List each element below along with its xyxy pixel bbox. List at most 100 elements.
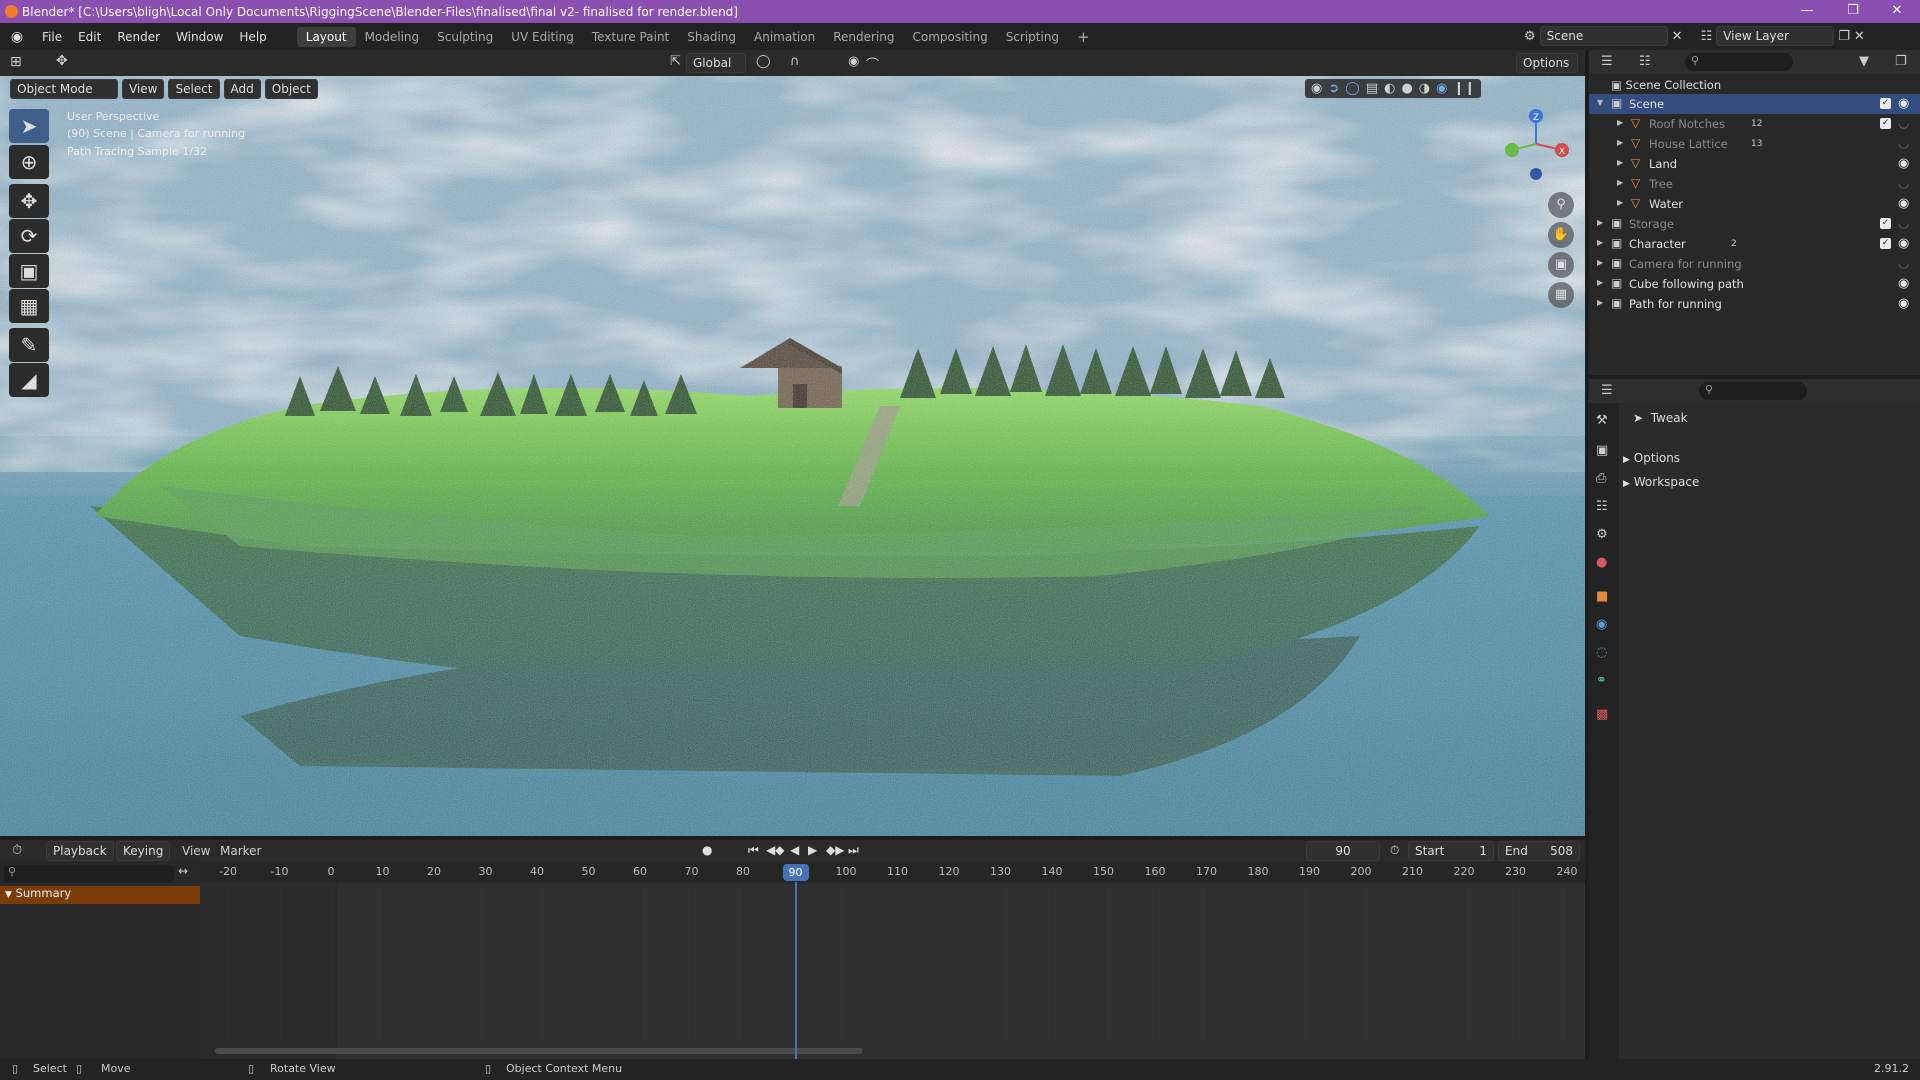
restore-icon[interactable]: ❐ — [1830, 0, 1876, 23]
camera-view-icon[interactable]: ▣ — [1548, 252, 1574, 278]
keying-menu[interactable]: Keying — [116, 841, 171, 861]
move-tool[interactable]: ✥ — [9, 184, 49, 218]
snap-icon[interactable]: ∩ — [790, 54, 800, 69]
falloff-icon[interactable]: ⌒ — [866, 54, 879, 73]
3d-viewport[interactable]: ➤ ⊕ ✥ ⟳ ▣ ▦ ✎ ◢ Object Mode View Select … — [0, 76, 1585, 836]
display-mode-icon[interactable]: ☷ — [1639, 54, 1651, 69]
menu-help[interactable]: Help — [231, 30, 274, 44]
outliner-row[interactable]: ▶ ▣ Path for running ◉ — [1589, 294, 1920, 314]
disclosure-triangle-icon[interactable]: ▶ — [1597, 218, 1603, 227]
modifier-tab-icon[interactable]: ◉ — [1596, 617, 1607, 632]
current-frame-field[interactable]: 90 — [1306, 841, 1380, 861]
add-workspace-button[interactable]: + — [1068, 25, 1099, 49]
tab-scripting[interactable]: Scripting — [997, 27, 1068, 47]
eye-icon[interactable]: ◉ — [1898, 156, 1909, 171]
overlays-icon[interactable]: ◯ — [1345, 81, 1360, 96]
exclude-checkbox[interactable]: ✓ — [1880, 98, 1891, 109]
disclosure-triangle-icon[interactable]: ▶ — [1597, 298, 1603, 307]
options-dropdown[interactable]: Options — [1516, 53, 1578, 73]
filter-icon[interactable]: ▼ — [1859, 54, 1869, 69]
timeline-scrollbar[interactable] — [215, 1048, 863, 1054]
transform-tool[interactable]: ▦ — [9, 289, 49, 323]
eye-icon[interactable]: ◉ — [1898, 276, 1909, 291]
eye-icon[interactable]: ◉ — [1898, 96, 1909, 111]
wireframe-shading-icon[interactable]: ◐ — [1384, 81, 1395, 96]
object-tab-icon[interactable]: ■ — [1596, 589, 1608, 604]
view-menu[interactable]: View — [182, 844, 210, 858]
mode-dropdown[interactable]: Object Mode — [10, 79, 118, 99]
new-view-layer-icon[interactable]: ❐ — [1838, 29, 1850, 44]
object-menu[interactable]: Object — [264, 79, 318, 99]
swap-icon[interactable]: ↔ — [178, 864, 188, 878]
menu-file[interactable]: File — [34, 30, 70, 44]
playhead-line[interactable] — [794, 882, 797, 1059]
disclosure-triangle-icon[interactable]: ▼ — [1597, 98, 1603, 107]
outliner-search-input[interactable] — [1685, 53, 1793, 71]
eye-icon[interactable]: ◉ — [1898, 196, 1909, 211]
timeline-editor-type-icon[interactable]: ⏱ — [12, 843, 22, 858]
jump-end-icon[interactable]: ⏭ — [848, 843, 859, 858]
prev-keyframe-icon[interactable]: ◀◆ — [766, 843, 784, 857]
disclosure-triangle-icon[interactable]: ▶ — [1597, 238, 1603, 247]
editor-type-icon[interactable]: ⊞ — [10, 54, 22, 70]
scale-tool[interactable]: ▣ — [9, 254, 49, 288]
eye-closed-icon[interactable]: ◡ — [1898, 136, 1909, 151]
properties-editor-type-icon[interactable]: ☰ — [1601, 383, 1613, 398]
constraints-tab-icon[interactable]: ⚭ — [1596, 673, 1607, 688]
tab-compositing[interactable]: Compositing — [903, 27, 996, 47]
tab-texture-paint[interactable]: Texture Paint — [583, 27, 678, 47]
preview-range-icon[interactable]: ⏱ — [1390, 843, 1399, 858]
disclosure-triangle-icon[interactable]: ▶ — [1617, 118, 1623, 127]
disclosure-triangle-icon[interactable]: ▶ — [1597, 258, 1603, 267]
pause-render-icon[interactable]: ❙❙ — [1453, 81, 1475, 96]
xray-icon[interactable]: ▤ — [1366, 81, 1378, 96]
zoom-icon[interactable]: ⚲ — [1548, 192, 1574, 218]
eye-closed-icon[interactable]: ◡ — [1898, 256, 1909, 271]
add-menu[interactable]: Add — [223, 79, 261, 99]
navigation-gizmo[interactable]: Z X — [1496, 104, 1576, 184]
menu-render[interactable]: Render — [109, 30, 168, 44]
tab-rendering[interactable]: Rendering — [824, 27, 903, 47]
workspace-panel[interactable]: ▶ Workspace — [1623, 475, 1913, 489]
minimize-icon[interactable]: — — [1784, 0, 1830, 23]
outliner-row[interactable]: ▶ ▣ Camera for running ◡ — [1589, 254, 1920, 274]
marker-menu[interactable]: Marker — [220, 844, 261, 858]
view-layer-icon[interactable]: ☷ — [1701, 29, 1713, 44]
play-reverse-icon[interactable]: ◀ — [790, 843, 799, 857]
outliner-row[interactable]: ▶ ▽ House Lattice 13 ◡ — [1589, 134, 1920, 154]
eye-closed-icon[interactable]: ◡ — [1898, 116, 1909, 131]
end-frame-field[interactable]: End 508 — [1498, 841, 1580, 861]
exclude-checkbox[interactable]: ✓ — [1880, 118, 1891, 129]
outliner-editor-type-icon[interactable]: ☰ — [1601, 54, 1613, 69]
disclosure-triangle-icon[interactable]: ▶ — [1617, 178, 1623, 187]
disclosure-triangle-icon[interactable]: ▶ — [1617, 198, 1623, 207]
transform-tool-icon[interactable]: ✥ — [56, 53, 68, 69]
start-frame-field[interactable]: Start 1 — [1408, 841, 1494, 861]
pivot-point-icon[interactable]: ◯ — [756, 54, 771, 69]
rendered-shading-icon[interactable]: ◉ — [1436, 81, 1447, 96]
view-layer-selector[interactable]: View Layer — [1716, 26, 1835, 46]
menu-edit[interactable]: Edit — [70, 30, 109, 44]
physics-tab-icon[interactable]: ◌ — [1596, 645, 1607, 660]
visibility-icon[interactable]: ◉ — [1311, 81, 1322, 96]
select-box-tool[interactable]: ➤ — [9, 109, 49, 143]
output-tab-icon[interactable]: ⎙ — [1596, 471, 1606, 486]
outliner-row[interactable]: ▶ ▽ Land ◉ — [1589, 154, 1920, 174]
blender-menu-icon[interactable]: ◉ — [0, 29, 34, 45]
options-panel[interactable]: ▶ Options — [1623, 451, 1913, 465]
close-scene-icon[interactable]: ✕ — [1672, 29, 1683, 44]
view-menu[interactable]: View — [122, 79, 165, 99]
transform-orientation-dropdown[interactable]: Global — [686, 53, 746, 73]
menu-window[interactable]: Window — [168, 30, 231, 44]
scene-selector[interactable]: Scene — [1539, 26, 1668, 46]
material-shading-icon[interactable]: ◑ — [1419, 81, 1430, 96]
tab-layout[interactable]: Layout — [296, 26, 356, 47]
eye-icon[interactable]: ◉ — [1898, 296, 1909, 311]
proportional-editing-icon[interactable]: ◉ — [848, 54, 859, 69]
measure-tool[interactable]: ◢ — [9, 363, 49, 397]
eye-icon[interactable]: ◉ — [1898, 236, 1909, 251]
texture-tab-icon[interactable]: ▩ — [1596, 707, 1608, 722]
tab-modeling[interactable]: Modeling — [356, 27, 429, 47]
outliner-row[interactable]: ▶ ▽ Roof Notches 12 ✓ ◡ — [1589, 114, 1920, 134]
rotate-tool[interactable]: ⟳ — [9, 219, 49, 253]
